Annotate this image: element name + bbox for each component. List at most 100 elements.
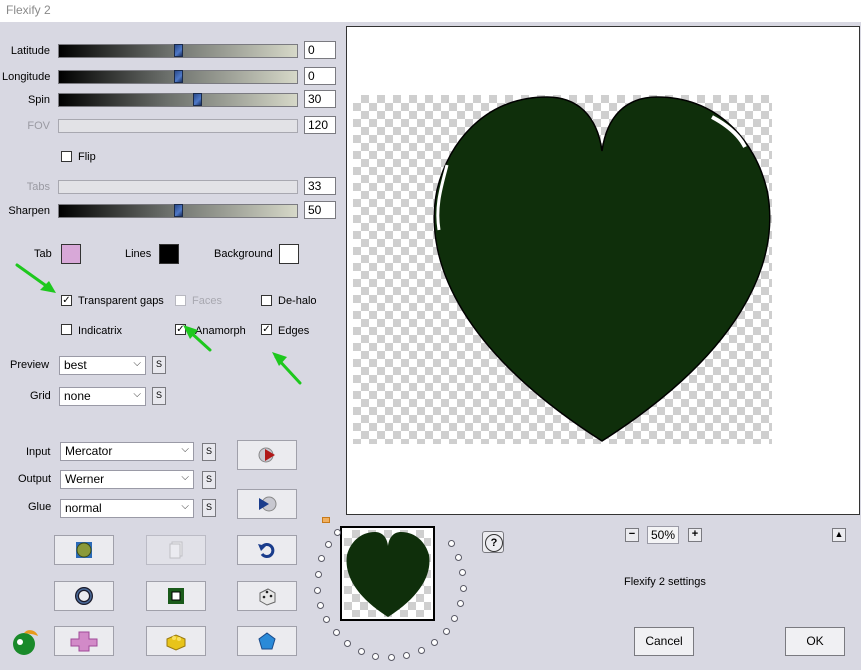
slider-track[interactable]: [58, 93, 298, 107]
history-dot[interactable]: [315, 571, 322, 578]
history-dot[interactable]: [358, 648, 365, 655]
flexify-logo-icon: [10, 626, 42, 661]
history-dot[interactable]: [344, 640, 351, 647]
history-dot[interactable]: [323, 616, 330, 623]
render-back-button[interactable]: [237, 489, 297, 519]
preview-select[interactable]: best ⌵: [59, 356, 146, 375]
history-dot[interactable]: [418, 647, 425, 654]
shape-cross-button[interactable]: [54, 626, 114, 656]
history-dot[interactable]: [325, 541, 332, 548]
history-dot[interactable]: [448, 540, 455, 547]
randomize-image-button[interactable]: [54, 535, 114, 565]
shape-pentagon-button[interactable]: [237, 626, 297, 656]
thumbnail-preview[interactable]: [340, 526, 435, 621]
checker-cross-icon: [70, 631, 98, 652]
slider-label: Spin: [27, 94, 50, 106]
slider-value-input[interactable]: 0: [304, 41, 336, 59]
history-dot[interactable]: [334, 529, 341, 536]
slider-thumb[interactable]: [174, 44, 183, 57]
collapse-button[interactable]: ▲: [832, 528, 846, 542]
input-select[interactable]: Mercator ⌵: [60, 442, 194, 461]
slider-value-input[interactable]: 33: [304, 177, 336, 195]
frame-icon: [168, 588, 184, 604]
render-forward-button[interactable]: [237, 440, 297, 470]
history-dot[interactable]: [459, 569, 466, 576]
preview-s-button[interactable]: S: [152, 356, 166, 374]
frame-button[interactable]: [146, 581, 206, 611]
copy-button[interactable]: [146, 535, 206, 565]
slider-track[interactable]: [58, 70, 298, 84]
grid-select-value: none: [64, 389, 91, 403]
cancel-button[interactable]: Cancel: [634, 627, 694, 656]
page-icon: [169, 541, 183, 559]
help-button[interactable]: ?: [482, 531, 504, 553]
history-dot[interactable]: [451, 615, 458, 622]
output-s-button[interactable]: S: [202, 471, 216, 489]
history-dot[interactable]: [372, 653, 379, 660]
blue-pentagon-icon: [258, 632, 276, 650]
slider-track[interactable]: [58, 119, 298, 133]
chevron-down-icon: ⌵: [181, 501, 189, 512]
chevron-down-icon: ⌵: [133, 389, 141, 400]
history-dot[interactable]: [457, 600, 464, 607]
slider-thumb[interactable]: [174, 70, 183, 83]
slider-value-input[interactable]: 30: [304, 90, 336, 108]
yellow-block-icon: [166, 634, 186, 651]
slider-label: Latitude: [10, 45, 50, 57]
ring-button[interactable]: [54, 581, 114, 611]
slider-value-input[interactable]: 0: [304, 67, 336, 85]
history-dot[interactable]: [460, 585, 467, 592]
play-disc-blue-icon: [259, 496, 277, 512]
preview-select-value: best: [64, 358, 87, 372]
grid-s-button[interactable]: S: [152, 387, 166, 405]
history-dot[interactable]: [388, 654, 395, 661]
history-dot[interactable]: [318, 555, 325, 562]
glue-select[interactable]: normal ⌵: [60, 499, 194, 518]
settings-caption: Flexify 2 settings: [624, 576, 706, 588]
history-dot[interactable]: [443, 628, 450, 635]
flip-checkbox[interactable]: [61, 151, 72, 162]
arrowhead-3: [272, 352, 287, 366]
random-dice-button[interactable]: [237, 581, 297, 611]
input-select-value: Mercator: [65, 444, 113, 458]
play-disc-icon: [258, 447, 275, 463]
slider-value-input[interactable]: 120: [304, 116, 336, 134]
shape-cube-button[interactable]: [146, 626, 206, 656]
history-dot[interactable]: [333, 629, 340, 636]
history-dot[interactable]: [317, 602, 324, 609]
title-bar: Flexify 2: [0, 0, 861, 22]
grid-select[interactable]: none ⌵: [59, 387, 146, 406]
slider-value-input[interactable]: 50: [304, 201, 336, 219]
zoom-level: 50%: [647, 526, 679, 544]
undo-button[interactable]: [237, 535, 297, 565]
glue-select-value: normal: [65, 501, 102, 515]
history-marker-icon: [322, 517, 330, 523]
undo-arrow-icon: [258, 543, 275, 558]
history-dot[interactable]: [403, 652, 410, 659]
chevron-down-icon: ⌵: [181, 444, 189, 455]
ok-button[interactable]: OK: [785, 627, 845, 656]
slider-label: Tabs: [26, 181, 50, 193]
history-dot[interactable]: [431, 639, 438, 646]
globe-icon: [76, 542, 92, 558]
preview-select-label: Preview: [10, 359, 50, 371]
slider-thumb[interactable]: [174, 204, 183, 217]
history-dot[interactable]: [314, 587, 321, 594]
preview-canvas[interactable]: [346, 26, 860, 515]
zoom-out-button[interactable]: −: [625, 528, 639, 542]
zoom-in-button[interactable]: +: [688, 528, 702, 542]
slider-track[interactable]: [58, 180, 298, 194]
heart-shape: [433, 96, 771, 442]
slider-thumb[interactable]: [193, 93, 202, 106]
output-select[interactable]: Werner ⌵: [60, 470, 194, 489]
input-s-button[interactable]: S: [202, 443, 216, 461]
window-title: Flexify 2: [6, 3, 51, 17]
glue-select-label: Glue: [28, 501, 52, 513]
history-dot[interactable]: [455, 554, 462, 561]
slider-track[interactable]: [58, 44, 298, 58]
chevron-down-icon: ⌵: [181, 472, 189, 483]
glue-s-button[interactable]: S: [202, 499, 216, 517]
slider-track[interactable]: [58, 204, 298, 218]
help-icon: ?: [485, 534, 503, 552]
output-select-label: Output: [18, 473, 52, 485]
